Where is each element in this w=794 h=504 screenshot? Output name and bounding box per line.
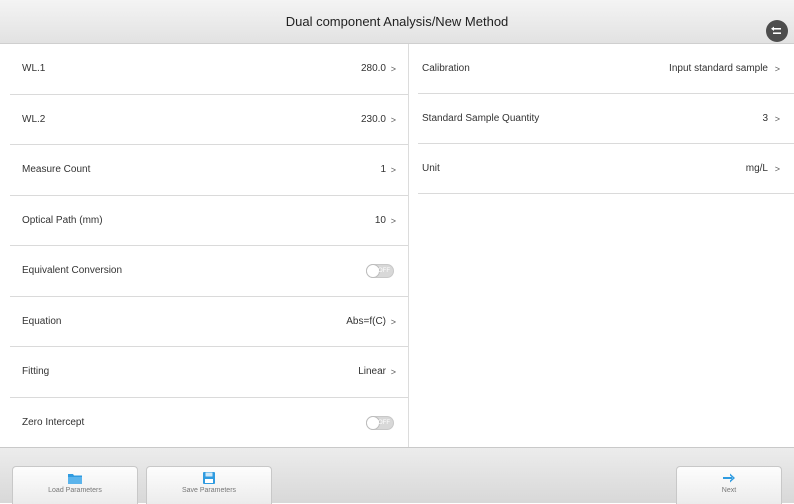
chevron-right-icon: > bbox=[774, 164, 780, 174]
setting-optical-path[interactable]: Optical Path (mm) 10 > bbox=[10, 196, 408, 246]
load-parameters-button[interactable]: Load Parameters bbox=[12, 466, 138, 504]
setting-zero-intercept: Zero Intercept OFF bbox=[10, 398, 408, 449]
arrow-right-icon bbox=[723, 473, 735, 483]
setting-value: Input standard sample bbox=[669, 63, 768, 74]
equivalent-conversion-toggle[interactable]: OFF bbox=[366, 264, 394, 278]
save-parameters-button[interactable]: Save Parameters bbox=[146, 466, 272, 504]
method-settings: WL.1 280.0 > WL.2 230.0 > Measure Count … bbox=[0, 44, 794, 447]
next-button[interactable]: Next bbox=[676, 466, 782, 504]
setting-label: WL.2 bbox=[22, 113, 46, 125]
setting-fitting[interactable]: Fitting Linear > bbox=[10, 347, 408, 398]
setting-standard-sample-quantity[interactable]: Standard Sample Quantity 3 > bbox=[418, 94, 794, 144]
setting-label: Zero Intercept bbox=[22, 416, 85, 428]
next-label: Next bbox=[721, 487, 737, 494]
setting-label: Equivalent Conversion bbox=[22, 265, 123, 276]
title-bar: Dual component Analysis/New Method bbox=[0, 0, 794, 44]
chevron-right-icon: > bbox=[774, 114, 780, 124]
bottom-toolbar: Load Parameters Save Parameters Next bbox=[0, 447, 794, 504]
save-parameters-label: Save Parameters bbox=[181, 487, 237, 494]
setting-label: WL.1 bbox=[22, 63, 46, 74]
setting-equivalent-conversion: Equivalent Conversion OFF bbox=[10, 246, 408, 297]
chevron-right-icon: > bbox=[390, 367, 396, 377]
setting-value: mg/L bbox=[745, 163, 768, 174]
left-settings-list: WL.1 280.0 > WL.2 230.0 > Measure Count … bbox=[10, 44, 408, 447]
toggle-state: OFF bbox=[378, 419, 390, 426]
back-button[interactable] bbox=[766, 20, 788, 42]
setting-measure-count[interactable]: Measure Count 1 > bbox=[10, 145, 408, 196]
save-disk-icon bbox=[203, 472, 215, 484]
setting-value: 280.0 bbox=[360, 63, 386, 74]
setting-value: 230.0 bbox=[360, 113, 386, 125]
setting-value: Linear bbox=[358, 366, 386, 377]
setting-wl2[interactable]: WL.2 230.0 > bbox=[10, 95, 408, 145]
page-title: Dual component Analysis/New Method bbox=[285, 14, 509, 29]
back-arrow-icon bbox=[771, 26, 781, 34]
chevron-right-icon: > bbox=[390, 165, 396, 175]
toggle-state: OFF bbox=[378, 268, 390, 274]
setting-value: 1 bbox=[380, 164, 386, 175]
chevron-right-icon: > bbox=[390, 215, 396, 226]
chevron-right-icon: > bbox=[390, 316, 396, 327]
setting-unit[interactable]: Unit mg/L > bbox=[418, 144, 794, 194]
setting-label: Unit bbox=[422, 163, 440, 174]
setting-value: 3 bbox=[762, 113, 768, 124]
setting-calibration[interactable]: Calibration Input standard sample > bbox=[418, 44, 794, 94]
setting-label: Optical Path (mm) bbox=[22, 214, 103, 226]
setting-value: Abs=f(C) bbox=[346, 315, 386, 327]
setting-label: Calibration bbox=[422, 63, 470, 74]
setting-label: Fitting bbox=[22, 366, 50, 377]
chevron-right-icon: > bbox=[774, 64, 780, 74]
zero-intercept-toggle[interactable]: OFF bbox=[366, 415, 394, 430]
load-parameters-label: Load Parameters bbox=[48, 487, 102, 494]
column-divider bbox=[408, 44, 409, 447]
setting-label: Equation bbox=[22, 315, 62, 327]
folder-icon bbox=[68, 474, 82, 484]
setting-label: Measure Count bbox=[22, 164, 91, 175]
setting-value: 10 bbox=[374, 214, 386, 226]
chevron-right-icon: > bbox=[390, 114, 396, 125]
setting-equation[interactable]: Equation Abs=f(C) > bbox=[10, 297, 408, 347]
right-settings-list: Calibration Input standard sample > Stan… bbox=[418, 44, 794, 447]
chevron-right-icon: > bbox=[390, 64, 396, 74]
setting-wl1[interactable]: WL.1 280.0 > bbox=[10, 44, 408, 95]
setting-label: Standard Sample Quantity bbox=[422, 113, 540, 124]
